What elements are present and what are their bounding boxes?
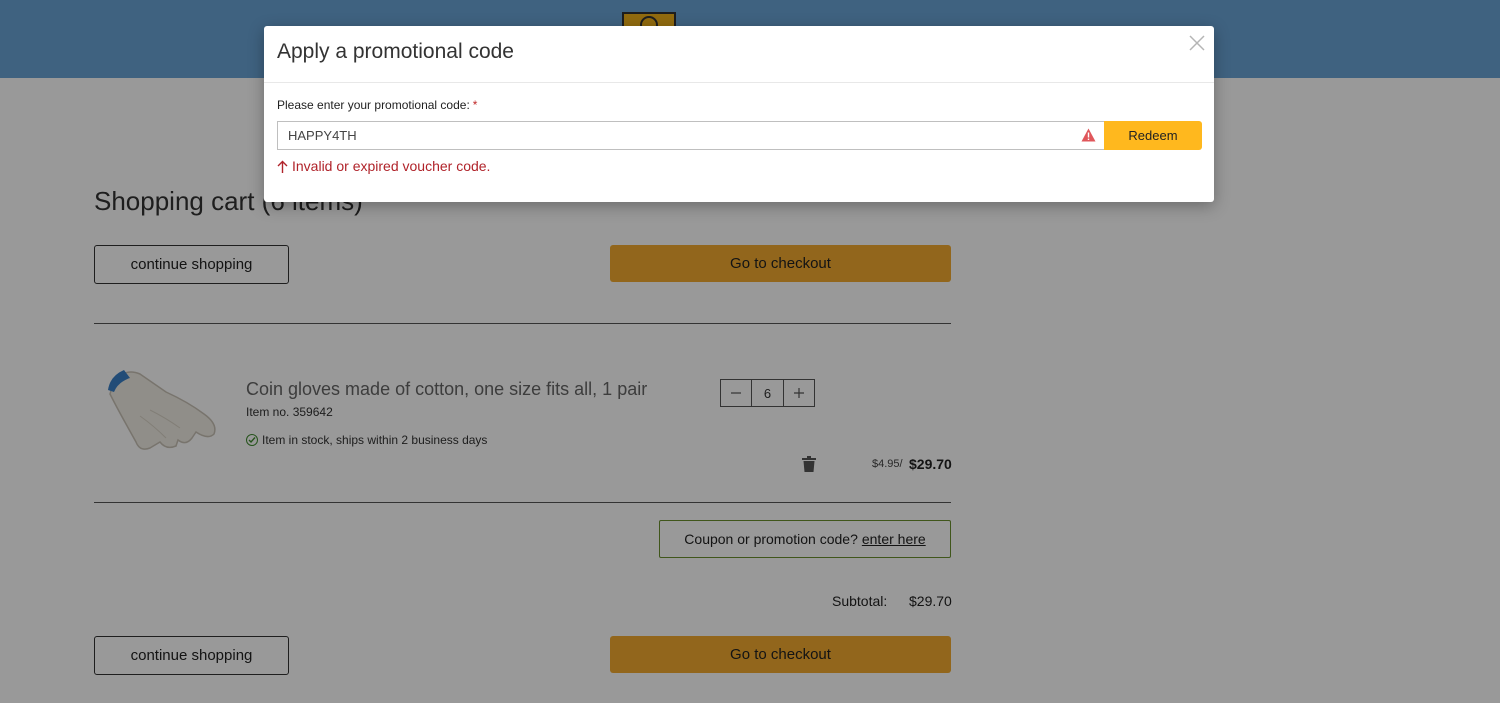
promo-code-input[interactable] <box>277 121 1104 150</box>
promo-code-modal: Apply a promotional code Please enter yo… <box>264 26 1214 202</box>
promo-error-text: Invalid or expired voucher code. <box>292 158 491 174</box>
arrow-up-icon <box>277 160 288 173</box>
promo-field-label-text: Please enter your promotional code: <box>277 98 470 112</box>
promo-field-label: Please enter your promotional code: * <box>277 98 477 112</box>
promo-error-message: Invalid or expired voucher code. <box>277 158 490 174</box>
modal-title: Apply a promotional code <box>277 40 514 63</box>
close-icon[interactable] <box>1188 34 1206 52</box>
redeem-button[interactable]: Redeem <box>1104 121 1202 150</box>
warning-icon <box>1081 128 1096 142</box>
required-mark: * <box>472 98 478 112</box>
modal-header-divider <box>264 82 1214 83</box>
